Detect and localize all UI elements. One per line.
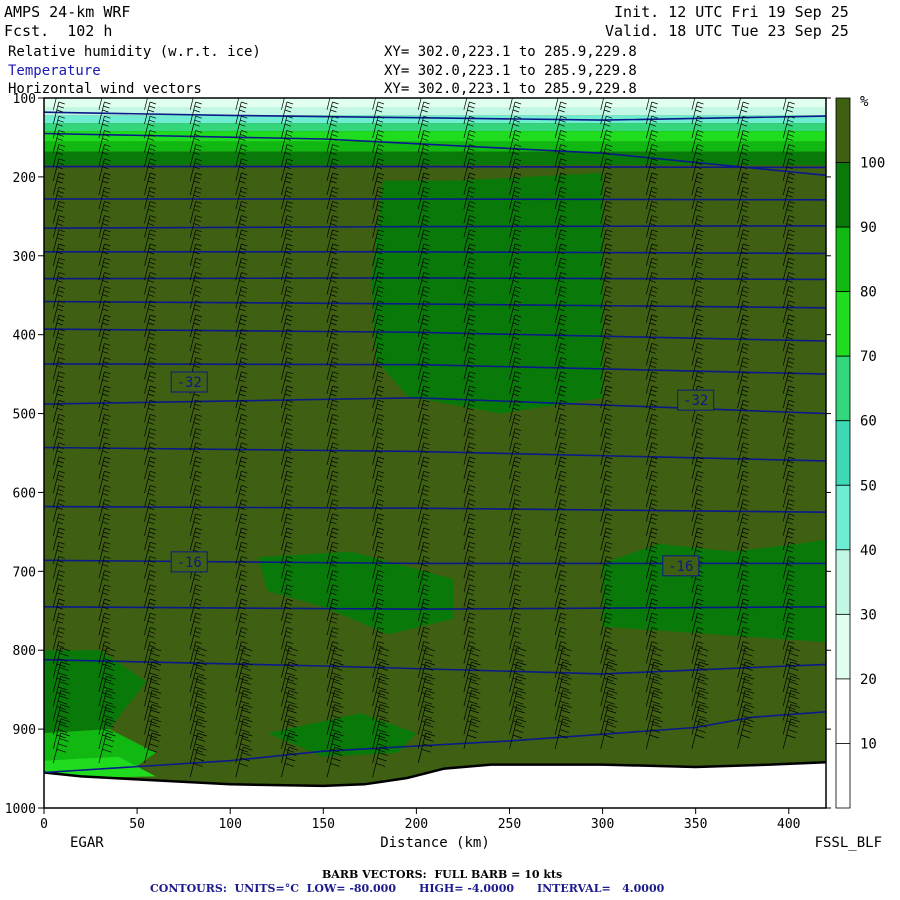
x-tick-label-8: 400 <box>777 817 800 832</box>
colorbar-segment-9 <box>835 678 851 744</box>
colorbar-segment-4 <box>835 355 851 422</box>
y-tick-label-9: 1000 <box>5 802 36 817</box>
y-tick-label-0: 100 <box>13 92 36 107</box>
colorbar-label-6: 70 <box>860 349 877 365</box>
colorbar-label-5: 60 <box>860 414 877 430</box>
y-tick-label-5: 600 <box>13 486 36 501</box>
x-tick-label-7: 350 <box>684 817 707 832</box>
colorbar-segment-0 <box>835 97 851 163</box>
y-tick-label-3: 400 <box>13 329 36 344</box>
barb-legend: BARB VECTORS: FULL BARB = 10 kts <box>322 868 563 881</box>
rh-region-0 <box>371 172 603 414</box>
colorbar-segment-8 <box>835 613 851 680</box>
colorbar-label-4: 50 <box>860 478 877 494</box>
colorbar-label-8: 90 <box>860 220 877 236</box>
x-tick-label-5: 250 <box>498 817 521 832</box>
colorbar-label-9: 100 <box>860 156 885 172</box>
isotherm-label-0: -32 <box>177 375 202 391</box>
colorbar-segment-3 <box>835 291 851 357</box>
rh-band-0 <box>44 98 826 108</box>
colorbar-segment-6 <box>835 484 851 551</box>
contour-legend: CONTOURS: UNITS=°C LOW= -80.000 HIGH= -4… <box>150 882 665 895</box>
colorbar-segment-7 <box>835 549 851 615</box>
y-tick-label-6: 700 <box>13 565 36 580</box>
colorbar-segment-5 <box>835 420 851 486</box>
x-tick-label-2: 100 <box>218 817 241 832</box>
colorbar-segment-2 <box>835 226 851 293</box>
rh-band-3 <box>44 123 826 132</box>
y-tick-label-4: 500 <box>13 408 36 423</box>
colorbar-segment-10 <box>835 743 851 809</box>
x-axis-label: Distance (km) <box>380 835 490 851</box>
colorbar-label-7: 80 <box>860 285 877 301</box>
isotherm-3 <box>44 198 826 201</box>
colorbar-label-0: 10 <box>860 736 877 752</box>
isotherm-label-2: -16 <box>177 555 202 571</box>
isotherm-label-3: -16 <box>668 559 693 575</box>
isotherm-2 <box>44 165 826 169</box>
colorbar-label-2: 30 <box>860 607 877 623</box>
y-tick-label-1: 200 <box>13 171 36 186</box>
colorbar-unit: % <box>860 94 869 110</box>
x-tick-label-4: 200 <box>405 817 428 832</box>
left-endpoint-label: EGAR <box>70 835 104 851</box>
x-tick-label-6: 300 <box>591 817 614 832</box>
plot-area: -32 -32 -16 -16 <box>44 98 826 808</box>
right-endpoint-label: FSSL_BLF <box>815 835 882 851</box>
x-tick-label-1: 50 <box>129 817 145 832</box>
rh-band-5 <box>44 141 826 152</box>
y-tick-label-7: 800 <box>13 644 36 659</box>
cross-section-chart: -32-32-16 -161002003004005006007008009001… <box>5 92 886 851</box>
isotherm-label-1: -32 <box>683 393 708 409</box>
x-tick-label-0: 0 <box>40 817 48 832</box>
colorbar-segment-1 <box>835 162 851 228</box>
x-tick-label-3: 150 <box>312 817 335 832</box>
colorbar-label-1: 20 <box>860 672 877 688</box>
rh-region-2 <box>602 539 826 643</box>
colorbar-label-3: 40 <box>860 543 877 559</box>
rh-band-2 <box>44 115 826 124</box>
y-tick-label-2: 300 <box>13 250 36 265</box>
y-tick-label-8: 900 <box>13 723 36 738</box>
